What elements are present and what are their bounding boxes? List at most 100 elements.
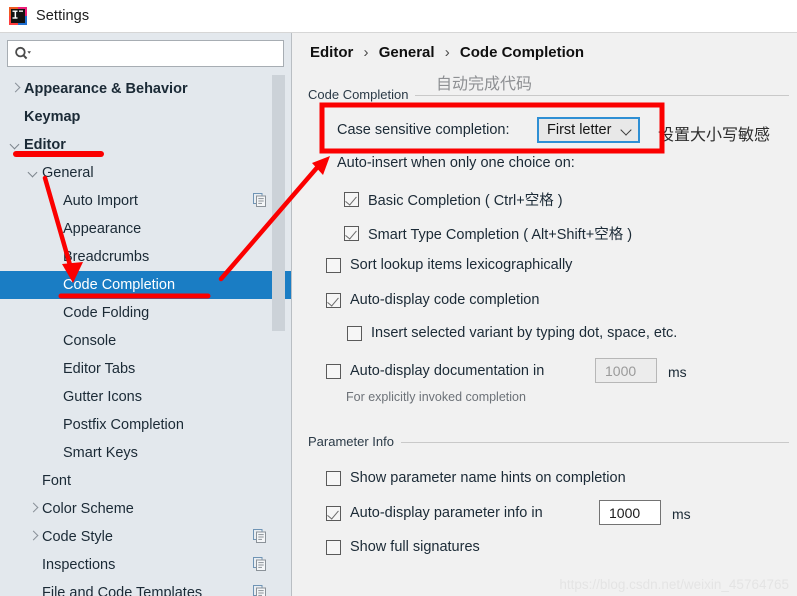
sidebar-item-smart-keys[interactable]: Smart Keys (0, 439, 291, 467)
sidebar-item-inspections[interactable]: Inspections (0, 551, 291, 579)
parameter-info-section-rule (394, 442, 789, 443)
sidebar-item-label: Color Scheme (42, 501, 134, 517)
sidebar-item-code-completion[interactable]: Code Completion (0, 271, 291, 299)
settings-tree: Appearance & Behavior Keymap Editor General… (0, 75, 291, 596)
sidebar-item-label: Code Completion (63, 277, 176, 293)
sidebar-item-editor-tabs[interactable]: Editor Tabs (0, 355, 291, 383)
watermark: https://blog.csdn.net/weixin_45764765 (559, 577, 789, 592)
insert-selected-variant-label: Insert selected variant by typing dot, s… (371, 325, 678, 341)
sidebar-item-code-folding[interactable]: Code Folding (0, 299, 291, 327)
chevron-right-icon[interactable] (26, 501, 42, 517)
insert-selected-variant-checkbox[interactable] (347, 325, 362, 341)
sidebar-item-console[interactable]: Console (0, 327, 291, 355)
breadcrumb: Editor › General › Code Completion (310, 44, 584, 61)
title-bar: Settings (0, 0, 797, 33)
sidebar-item-appearance-behavior[interactable]: Appearance & Behavior (0, 75, 291, 103)
auto-display-documentation-delay-field[interactable]: 1000 (595, 358, 657, 383)
auto-display-documentation-checkbox[interactable] (326, 363, 341, 379)
chevron-down-icon[interactable] (8, 137, 24, 153)
breadcrumb-item-code-completion[interactable]: Code Completion (460, 44, 584, 61)
auto-display-code-completion-checkbox-row[interactable]: Auto-display code completion (326, 292, 539, 308)
sidebar-item-label: Editor (24, 137, 66, 153)
smart-type-completion-checkbox-row[interactable]: Smart Type Completion ( Alt+Shift+空格 ) (344, 223, 632, 244)
sort-lookup-checkbox[interactable] (326, 257, 341, 273)
sidebar-item-file-and-code-templates[interactable]: File and Code Templates (0, 579, 291, 596)
sidebar-item-auto-import[interactable]: Auto Import (0, 187, 291, 215)
annotation-code-completion-chinese: 自动完成代码 (436, 76, 533, 93)
sidebar-item-label: Font (42, 473, 72, 489)
sidebar-item-label: Breadcrumbs (63, 249, 150, 265)
annotation-case-sensitive-chinese: 设置大小写敏感 (658, 127, 771, 144)
auto-display-parameter-info-checkbox-row[interactable]: Auto-display parameter info in (326, 505, 543, 521)
chevron-down-icon[interactable] (26, 165, 42, 181)
settings-content-panel: Editor › General › Code Completion Code … (291, 33, 797, 596)
case-sensitive-completion-dropdown[interactable]: First letter (537, 117, 641, 143)
code-completion-section-title: Code Completion (308, 87, 416, 102)
sidebar-item-label: Appearance (63, 221, 142, 237)
show-full-signatures-checkbox-row[interactable]: Show full signatures (326, 539, 480, 555)
search-input[interactable] (36, 43, 279, 64)
copy-icon (253, 585, 267, 596)
show-parameter-hints-checkbox[interactable] (326, 470, 341, 486)
auto-display-parameter-info-delay-field[interactable]: 1000 (599, 500, 661, 525)
sidebar-item-gutter-icons[interactable]: Gutter Icons (0, 383, 291, 411)
chevron-down-icon (621, 125, 632, 136)
window-title: Settings (36, 8, 90, 24)
sidebar-item-general[interactable]: General (0, 159, 291, 187)
code-completion-section-rule (399, 95, 789, 96)
basic-completion-checkbox[interactable] (344, 192, 359, 207)
copy-icon (253, 529, 267, 543)
auto-display-parameter-info-checkbox[interactable] (326, 505, 341, 521)
sidebar-item-appearance[interactable]: Appearance (0, 215, 291, 243)
basic-completion-label: Basic Completion ( Ctrl+空格 ) (368, 193, 563, 209)
sidebar-item-keymap[interactable]: Keymap (0, 103, 291, 131)
sidebar-item-font[interactable]: Font (0, 467, 291, 495)
chevron-right-icon[interactable] (26, 529, 42, 545)
breadcrumb-item-editor[interactable]: Editor (310, 44, 353, 61)
sidebar-item-label: Code Folding (63, 305, 150, 321)
smart-type-completion-checkbox[interactable] (344, 226, 359, 241)
auto-display-documentation-checkbox-row[interactable]: Auto-display documentation in (326, 363, 544, 379)
smart-type-completion-label: Smart Type Completion ( Alt+Shift+空格 ) (368, 227, 633, 243)
settings-window: Settings Appearance & Behavior Keymap Edit… (0, 0, 797, 596)
show-full-signatures-checkbox[interactable] (326, 539, 341, 555)
search-icon (14, 46, 32, 62)
sidebar-item-label: File and Code Templates (42, 585, 203, 596)
sidebar-item-color-scheme[interactable]: Color Scheme (0, 495, 291, 523)
sidebar-item-code-style[interactable]: Code Style (0, 523, 291, 551)
basic-completion-checkbox-row[interactable]: Basic Completion ( Ctrl+空格 ) (344, 189, 563, 210)
search-box[interactable] (7, 40, 284, 67)
show-parameter-hints-checkbox-row[interactable]: Show parameter name hints on completion (326, 470, 626, 486)
insert-selected-variant-checkbox-row[interactable]: Insert selected variant by typing dot, s… (347, 325, 677, 341)
sidebar-item-label: Inspections (42, 557, 116, 573)
show-parameter-hints-label: Show parameter name hints on completion (350, 470, 626, 486)
sidebar-item-editor[interactable]: Editor (0, 131, 291, 159)
show-full-signatures-label: Show full signatures (350, 539, 480, 555)
auto-insert-label: Auto-insert when only one choice on: (337, 155, 575, 171)
auto-display-parameter-info-unit: ms (672, 506, 691, 522)
sidebar-item-label: Gutter Icons (63, 389, 142, 405)
sidebar-scrollbar-thumb[interactable] (272, 75, 285, 331)
copy-icon (253, 193, 267, 207)
auto-display-code-completion-checkbox[interactable] (326, 292, 341, 308)
sidebar-item-label: Postfix Completion (63, 417, 184, 433)
sidebar-item-breadcrumbs[interactable]: Breadcrumbs (0, 243, 291, 271)
auto-display-documentation-delay-value: 1000 (605, 362, 637, 379)
chevron-right-icon[interactable] (8, 81, 24, 97)
sidebar-item-label: Smart Keys (63, 445, 138, 461)
sidebar-item-label: Appearance & Behavior (24, 81, 188, 97)
auto-display-parameter-info-delay-value: 1000 (609, 504, 641, 521)
breadcrumb-item-general[interactable]: General (379, 44, 435, 61)
sort-lookup-checkbox-row[interactable]: Sort lookup items lexicographically (326, 257, 572, 273)
sidebar-item-postfix-completion[interactable]: Postfix Completion (0, 411, 291, 439)
copy-icon (253, 557, 267, 571)
